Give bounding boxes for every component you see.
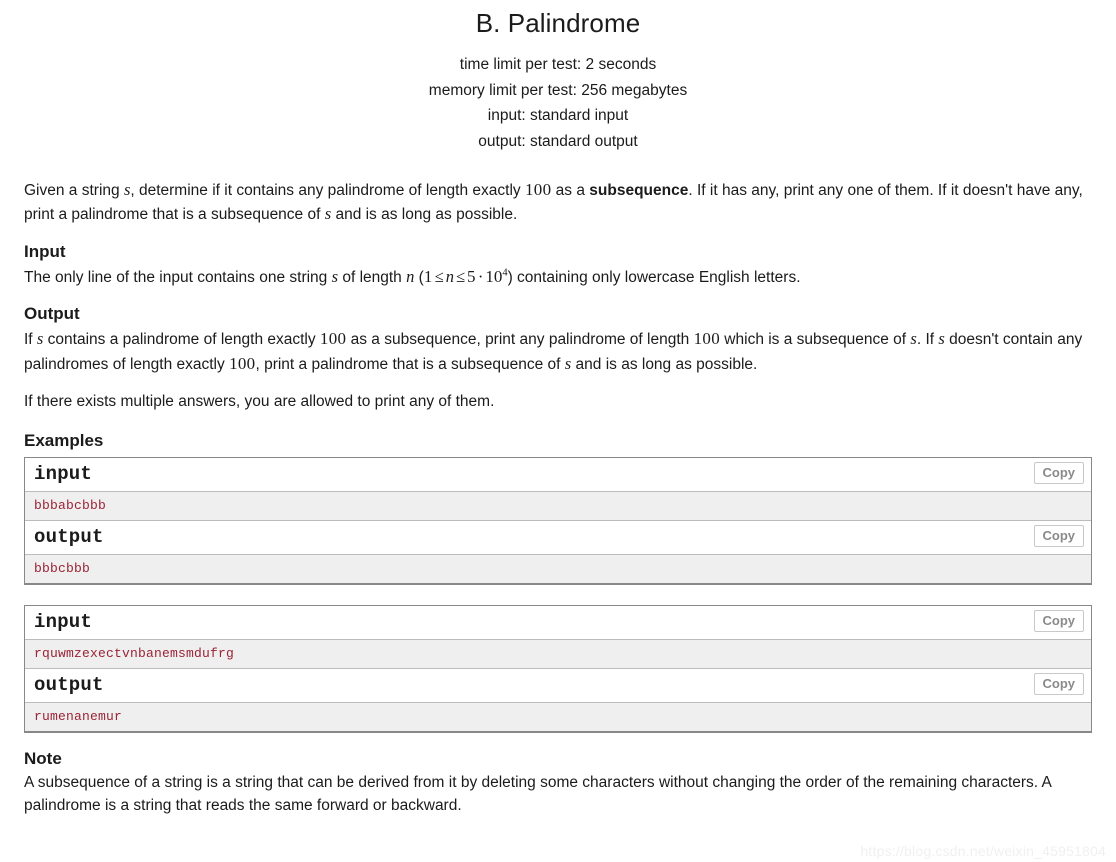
output-text-8: and is as long as possible. <box>571 355 758 373</box>
problem-statement: Given a string s, determine if it contai… <box>24 178 1092 227</box>
statement-paragraph: Given a string s, determine if it contai… <box>24 178 1092 227</box>
keyword-subsequence: subsequence <box>589 181 689 199</box>
constraint-var-n: n <box>445 266 454 286</box>
constraint-lower: 1 <box>423 266 433 286</box>
constraint-power: 104 <box>485 267 507 286</box>
input-text-4: ) containing only lowercase English lett… <box>507 268 801 286</box>
math-num-100-o1: 100 <box>319 329 347 349</box>
input-description: The only line of the input contains one … <box>24 265 1092 290</box>
output-text-4: which is a subsequence of <box>720 331 911 349</box>
copy-button-sample-2-output[interactable]: Copy <box>1033 672 1084 695</box>
copy-button-sample-1-input[interactable]: Copy <box>1033 461 1084 484</box>
output-text-2: contains a palindrome of length exactly <box>43 331 320 349</box>
heading-examples: Examples <box>24 430 104 450</box>
sample-test-1: input Copy bbbabcbbb output Copy bbbcbbb <box>24 456 1092 585</box>
sample-2-input-header: input Copy <box>25 605 1091 640</box>
statement-text-5: and is as long as possible. <box>331 206 518 224</box>
watermark: https://blog.csdn.net/weixin_45951804 <box>860 843 1106 859</box>
page-title: B. Palindrome <box>475 8 641 38</box>
input-text-2: of length <box>338 268 407 286</box>
output-text-1: If <box>24 331 37 349</box>
copy-button-sample-1-output[interactable]: Copy <box>1033 524 1084 547</box>
constraint-base: 10 <box>485 266 503 286</box>
output-mode: output: standard output <box>478 132 638 150</box>
sample-2-input-label: input <box>34 610 93 633</box>
sample-1-input-data[interactable]: bbbabcbbb <box>25 491 1091 521</box>
le-sign-2: ≤ <box>455 266 466 286</box>
sample-test-2: input Copy rquwmzexectvnbanemsmdufrg out… <box>24 604 1092 733</box>
output-description: If s contains a palindrome of length exa… <box>24 327 1092 376</box>
math-num-100-o2: 100 <box>693 329 720 349</box>
copy-button-sample-2-input[interactable]: Copy <box>1033 609 1084 632</box>
problem-limits: time limit per test: 2 seconds memory li… <box>24 52 1092 154</box>
heading-input: Input <box>24 241 66 261</box>
sample-1-output-data[interactable]: bbbcbbb <box>25 554 1091 583</box>
input-mode: input: standard input <box>487 107 629 125</box>
sample-2-output-label: output <box>34 673 104 696</box>
le-sign-1: ≤ <box>434 266 444 286</box>
constraint-coeff: 5 <box>467 266 476 286</box>
sample-1-output-label: output <box>34 525 104 548</box>
output-text-3: as a subsequence, print any palindrome o… <box>346 331 694 349</box>
sample-2-input-data[interactable]: rquwmzexectvnbanemsmdufrg <box>25 639 1091 669</box>
problem-page: B. Palindrome time limit per test: 2 sec… <box>0 0 1116 862</box>
math-num-100: 100 <box>524 179 552 199</box>
input-text-1: The only line of the input contains one … <box>24 268 332 286</box>
input-section-body: The only line of the input contains one … <box>24 265 1092 290</box>
sample-1-input-label: input <box>34 462 93 485</box>
input-text-3: ( <box>414 268 424 286</box>
memory-limit: memory limit per test: 256 megabytes <box>428 81 688 99</box>
statement-text-2: , determine if it contains any palindrom… <box>130 181 525 199</box>
heading-output: Output <box>24 304 80 324</box>
output-multiple-answers-note: If there exists multiple answers, you ar… <box>24 393 495 411</box>
heading-note: Note <box>24 748 62 768</box>
sample-1-output-header: output Copy <box>25 520 1091 555</box>
math-num-100-o3: 100 <box>229 353 256 373</box>
time-limit: time limit per test: 2 seconds <box>459 56 657 74</box>
output-text-5: . If <box>916 331 939 349</box>
sample-2-output-header: output Copy <box>25 668 1091 703</box>
output-text-7: , print a palindrome that is a subsequen… <box>255 355 565 373</box>
note-section-body: A subsequence of a string is a string th… <box>24 771 1092 818</box>
note-text: A subsequence of a string is a string th… <box>24 773 1052 815</box>
statement-text-1: Given a string <box>24 181 124 199</box>
cdot-sign: · <box>477 266 484 286</box>
output-section-body: If s contains a palindrome of length exa… <box>24 327 1092 414</box>
sample-2-output-data[interactable]: rumenanemur <box>25 702 1091 731</box>
sample-tests: input Copy bbbabcbbb output Copy bbbcbbb… <box>24 456 1092 733</box>
sample-1-input-header: input Copy <box>25 457 1091 492</box>
statement-text-3: as a <box>551 181 590 199</box>
